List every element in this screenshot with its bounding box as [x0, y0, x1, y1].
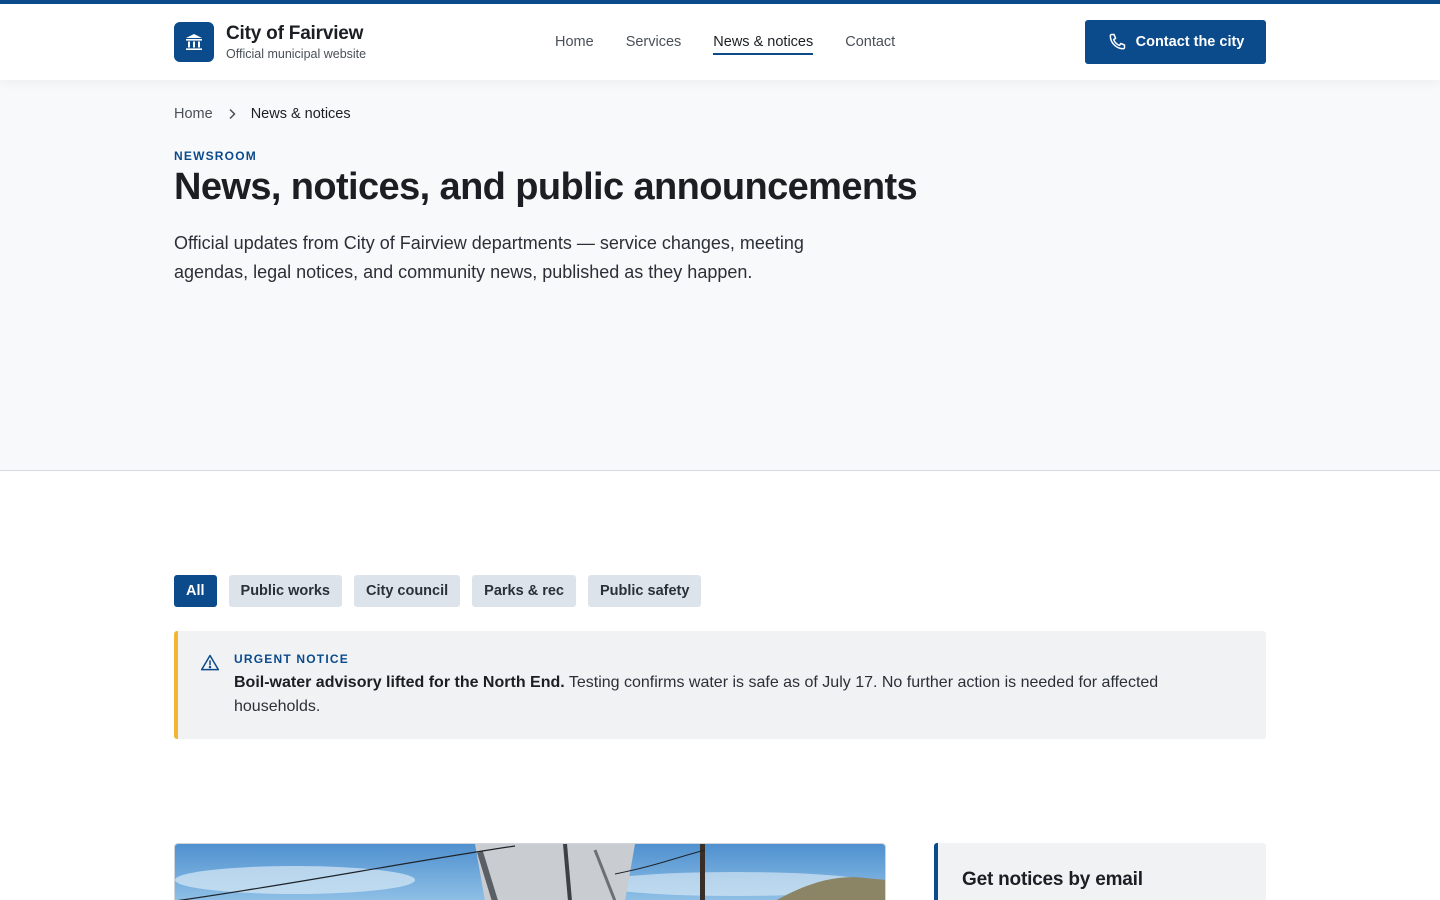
breadcrumb: Home News & notices — [174, 106, 351, 122]
filter-chip-parks-rec[interactable]: Parks & rec — [472, 575, 576, 607]
nav-services[interactable]: Services — [626, 34, 682, 55]
phone-icon — [1109, 33, 1125, 50]
nav-home[interactable]: Home — [555, 34, 594, 55]
nav-contact[interactable]: Contact — [845, 34, 895, 55]
chevron-right-icon — [227, 108, 237, 120]
brand-tagline: Official municipal website — [226, 47, 367, 61]
email-subscribe-panel: Get notices by email — [934, 843, 1266, 900]
alert-message: Boil-water advisory lifted for the North… — [234, 671, 1224, 719]
main-nav: Home Services News & notices Contact — [555, 34, 927, 55]
subscribe-title: Get notices by email — [962, 869, 1143, 890]
alert-headline: Boil-water advisory lifted for the North… — [234, 674, 565, 691]
featured-story-image[interactable] — [174, 843, 886, 900]
contact-city-label: Contact the city — [1135, 34, 1245, 50]
site-header: City of Fairview Official municipal webs… — [0, 0, 1440, 80]
filter-chip-city-council[interactable]: City council — [353, 575, 461, 607]
category-filter-chips: All Public works City council Parks & re… — [174, 575, 713, 607]
urgent-notice-alert: URGENT NOTICE Boil-water advisory lifted… — [174, 631, 1266, 739]
brand-name: City of Fairview — [226, 23, 364, 44]
page-title: News, notices, and public announcements — [174, 166, 918, 208]
breadcrumb-home-link[interactable]: Home — [174, 106, 213, 122]
filter-chip-public-works[interactable]: Public works — [228, 575, 342, 607]
filter-chip-all[interactable]: All — [174, 575, 217, 607]
section-eyebrow: NEWSROOM — [174, 149, 257, 163]
nav-news-notices[interactable]: News & notices — [713, 34, 814, 55]
city-hall-icon — [174, 22, 214, 62]
page-lede: Official updates from City of Fairview d… — [174, 233, 804, 282]
brand-logo-link[interactable]: City of Fairview Official municipal webs… — [174, 22, 366, 62]
warning-triangle-icon — [200, 653, 220, 678]
filter-chip-public-safety[interactable]: Public safety — [587, 575, 702, 607]
contact-city-button[interactable]: Contact the city — [1085, 20, 1266, 64]
alert-label: URGENT NOTICE — [234, 652, 349, 666]
breadcrumb-current: News & notices — [250, 106, 351, 122]
